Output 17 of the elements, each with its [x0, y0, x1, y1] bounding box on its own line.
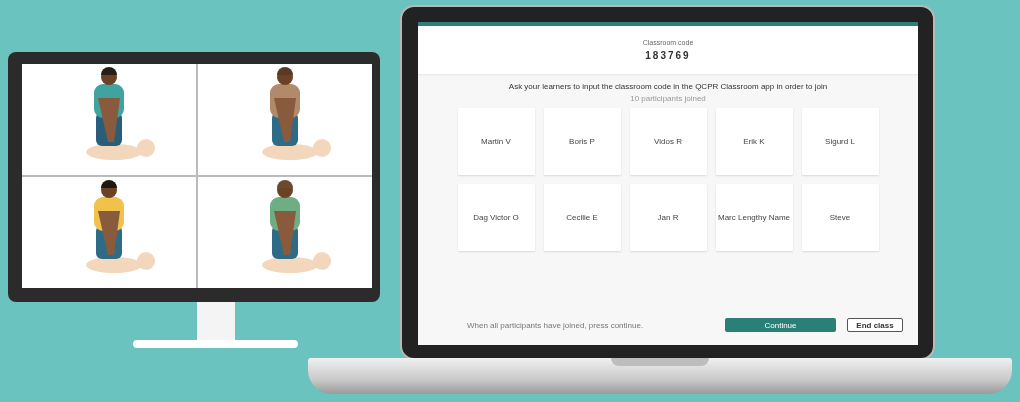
participant-name: Boris P [568, 137, 596, 146]
monitor-stand [197, 302, 235, 342]
participant-name: Steve [828, 213, 852, 222]
participant-name: Jan R [656, 213, 680, 222]
participant-name: Dag Victor O [472, 213, 520, 222]
participant-name: Sigurd L [824, 137, 856, 146]
participant-name: Erik K [742, 137, 766, 146]
classroom-code: 183769 [645, 50, 691, 61]
participant-name: Cecilie E [565, 213, 599, 222]
participant-name: Martin V [480, 137, 512, 146]
participant-name: Marc Lengthy Name [717, 213, 791, 222]
participant-name: Vidos R [653, 137, 683, 146]
continue-button[interactable]: Continue [725, 318, 836, 332]
participant-count: 10 participants joined [630, 94, 706, 103]
end-class-button[interactable]: End class [847, 318, 903, 332]
hint-text: When all participants have joined, press continue. [467, 320, 645, 330]
instruction-text: Ask your learners to input the classroom code in the QCPR Classroom app in order to join [508, 82, 828, 91]
